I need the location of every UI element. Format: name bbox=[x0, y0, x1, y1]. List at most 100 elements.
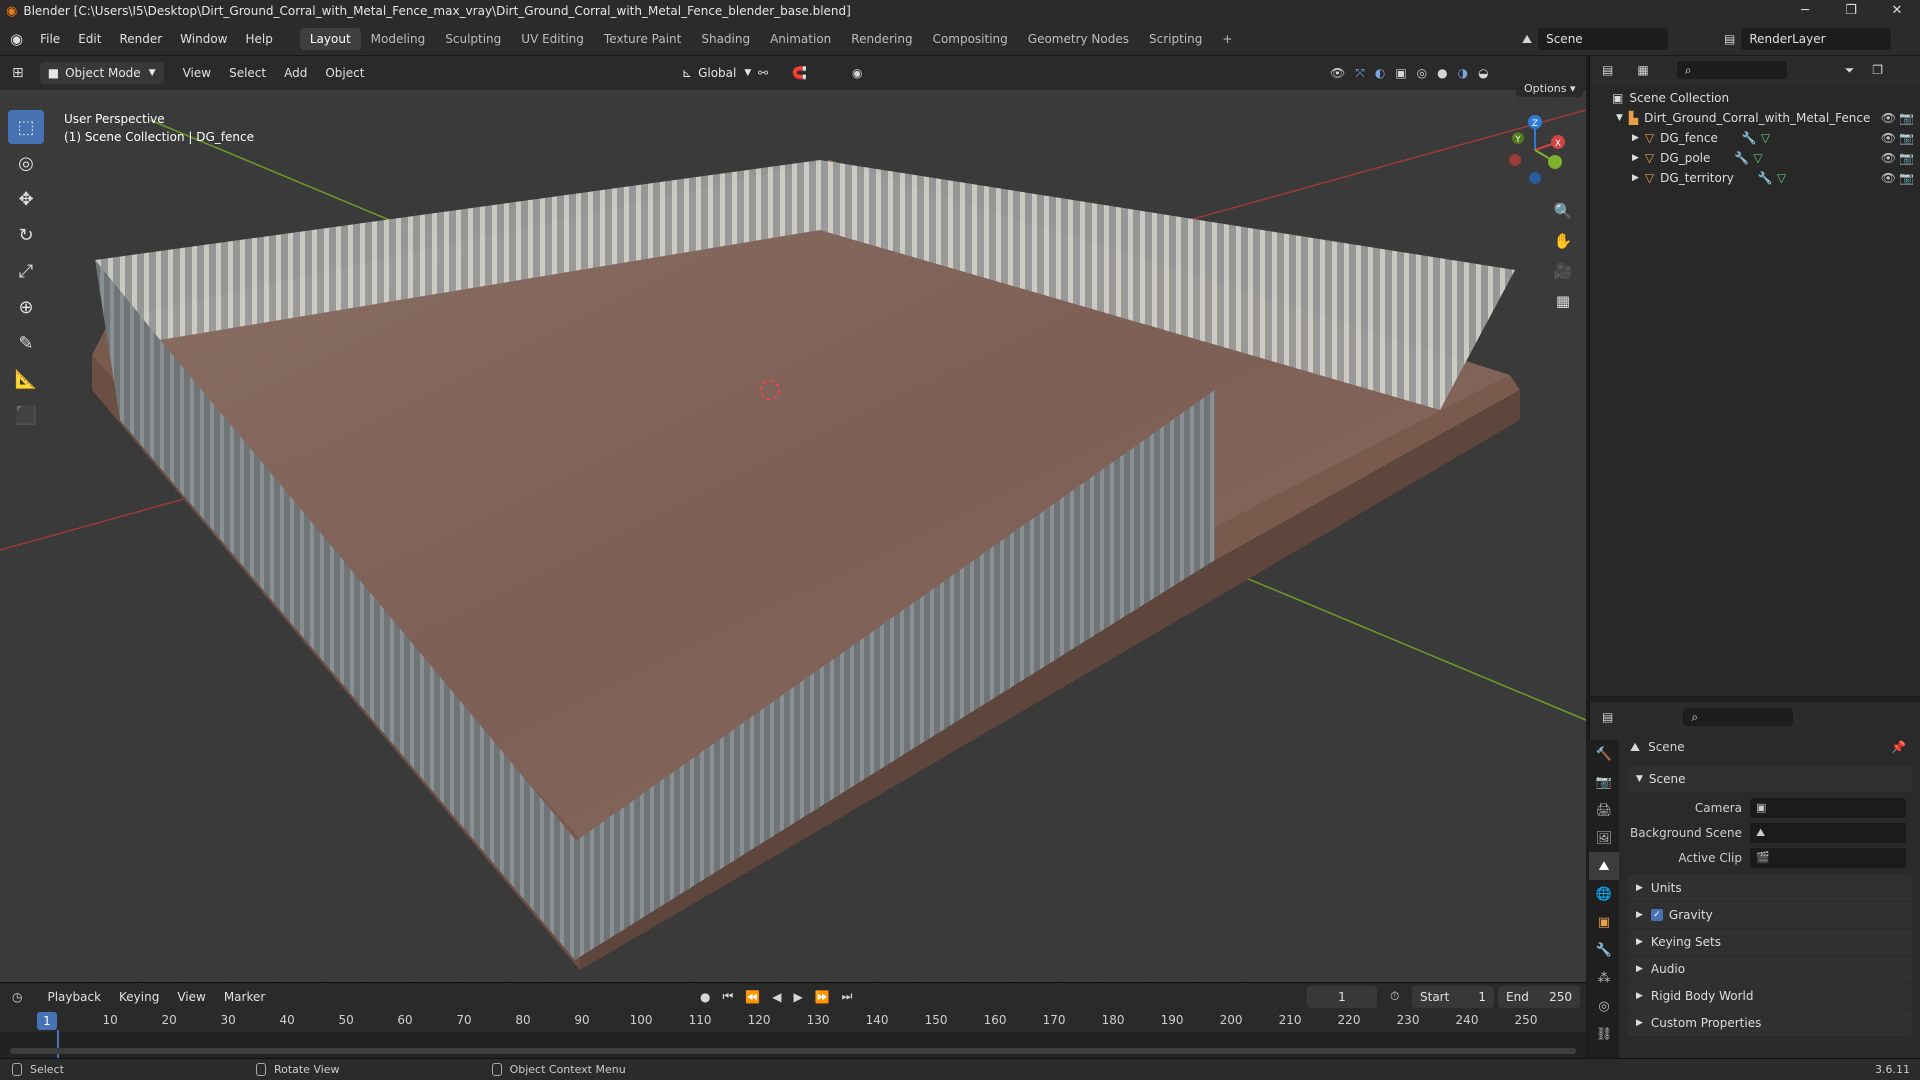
mesh-data-icon[interactable]: ▽ bbox=[1753, 151, 1762, 165]
close-button[interactable]: ✕ bbox=[1874, 0, 1920, 22]
transform-tool-icon[interactable]: ⊕ bbox=[8, 290, 44, 324]
eye-icon[interactable]: 👁 bbox=[1881, 111, 1896, 125]
renderlayer-icon[interactable]: ▤ bbox=[1724, 32, 1735, 46]
tab-geometry-nodes[interactable]: Geometry Nodes bbox=[1018, 28, 1139, 50]
gravity-checkbox[interactable]: ✓ bbox=[1650, 909, 1663, 921]
pan-hand-icon[interactable]: ✋ bbox=[1550, 226, 1576, 256]
play-reverse-icon[interactable]: ◀ bbox=[772, 990, 781, 1004]
annotate-tool-icon[interactable]: ✎ bbox=[8, 326, 44, 360]
active-clip-field[interactable]: 🎬 bbox=[1750, 847, 1906, 868]
zoom-icon[interactable]: 🔍 bbox=[1550, 196, 1576, 226]
add-workspace-icon[interactable]: + bbox=[1212, 28, 1242, 50]
render-camera-icon[interactable]: 📷 bbox=[1899, 131, 1914, 145]
prev-keyframe-icon[interactable]: ⏪ bbox=[745, 990, 760, 1004]
particles-tab-icon[interactable]: ⁂ bbox=[1589, 964, 1619, 992]
tab-uv-editing[interactable]: UV Editing bbox=[511, 28, 594, 50]
outliner-row-dg-fence[interactable]: ▶ ▽ DG_fence 🔧 ▽ 👁 📷 bbox=[1590, 128, 1920, 148]
display-mode-icon[interactable]: ▦ bbox=[1637, 63, 1648, 77]
scene-field[interactable]: Scene bbox=[1538, 28, 1669, 50]
playhead[interactable]: 1 bbox=[37, 1012, 57, 1030]
eye-icon[interactable]: 👁 bbox=[1881, 171, 1896, 185]
record-icon[interactable]: ● bbox=[700, 990, 710, 1004]
modifier-wrench-icon[interactable]: 🔧 bbox=[1758, 171, 1773, 185]
visibility-icon[interactable]: 👁 bbox=[1330, 66, 1345, 80]
eye-icon[interactable]: 👁 bbox=[1881, 151, 1896, 165]
new-collection-icon[interactable]: ❐ bbox=[1872, 63, 1883, 77]
gravity-section[interactable]: ▶ ✓ Gravity bbox=[1628, 902, 1912, 928]
render-tab-icon[interactable]: 📷 bbox=[1589, 768, 1619, 796]
editor-type-icon[interactable]: ⊞ bbox=[12, 65, 24, 81]
object-tab-icon[interactable]: ▣ bbox=[1589, 908, 1619, 936]
renderlayer-field[interactable]: RenderLayer bbox=[1741, 28, 1892, 50]
menu-edit[interactable]: Edit bbox=[78, 32, 101, 46]
overlay-icon[interactable]: ◐ bbox=[1375, 66, 1385, 80]
maximize-button[interactable]: ❐ bbox=[1828, 0, 1874, 22]
modifier-wrench-icon[interactable]: 🔧 bbox=[1742, 131, 1757, 145]
modifier-tab-icon[interactable]: 🔧 bbox=[1589, 936, 1619, 964]
outliner-row-scene-collection[interactable]: ▣ Scene Collection bbox=[1590, 88, 1920, 108]
eye-icon[interactable]: 👁 bbox=[1881, 131, 1896, 145]
minimize-button[interactable]: ─ bbox=[1782, 0, 1828, 22]
outliner-row-dg-territory[interactable]: ▶ ▽ DG_territory 🔧 ▽ 👁 📷 bbox=[1590, 168, 1920, 188]
timeline-editor-icon[interactable]: ◷ bbox=[12, 990, 22, 1004]
custom-properties-section[interactable]: ▶ Custom Properties bbox=[1628, 1010, 1912, 1036]
snap-icon[interactable]: 🧲 bbox=[792, 66, 807, 80]
world-tab-icon[interactable]: 🌐 bbox=[1589, 880, 1619, 908]
select-box-tool-icon[interactable]: ⬚ bbox=[8, 110, 44, 144]
menu-playback[interactable]: Playback bbox=[47, 990, 101, 1004]
menu-marker[interactable]: Marker bbox=[224, 990, 265, 1004]
scale-tool-icon[interactable]: ⤢ bbox=[8, 254, 44, 288]
units-section[interactable]: ▶ Units bbox=[1628, 875, 1912, 901]
keying-sets-section[interactable]: ▶ Keying Sets bbox=[1628, 929, 1912, 955]
expand-arrow-icon[interactable]: ▼ bbox=[1616, 113, 1623, 123]
expand-arrow-icon[interactable]: ▶ bbox=[1632, 153, 1639, 163]
ortho-grid-icon[interactable]: ▦ bbox=[1550, 286, 1576, 316]
next-keyframe-icon[interactable]: ⏩ bbox=[815, 990, 830, 1004]
tool-tab-icon[interactable]: 🔨 bbox=[1589, 740, 1619, 768]
tab-modeling[interactable]: Modeling bbox=[361, 28, 436, 50]
scene-icon[interactable]: ⛰ bbox=[1522, 32, 1532, 47]
tab-animation[interactable]: Animation bbox=[760, 28, 841, 50]
xray-icon[interactable]: ▣ bbox=[1395, 66, 1406, 80]
tab-texture-paint[interactable]: Texture Paint bbox=[594, 28, 691, 50]
menu-render[interactable]: Render bbox=[119, 32, 162, 46]
tab-compositing[interactable]: Compositing bbox=[923, 28, 1018, 50]
gizmo-icon[interactable]: ⤧ bbox=[1355, 66, 1365, 81]
output-tab-icon[interactable]: 🖨 bbox=[1589, 796, 1619, 824]
audio-section[interactable]: ▶ Audio bbox=[1628, 956, 1912, 982]
camera-field[interactable]: ▣ bbox=[1750, 797, 1906, 818]
rigid-body-world-section[interactable]: ▶ Rigid Body World bbox=[1628, 983, 1912, 1009]
tab-sculpting[interactable]: Sculpting bbox=[435, 28, 511, 50]
view-layer-tab-icon[interactable]: 🖼 bbox=[1589, 824, 1619, 852]
timeline-scrollbar[interactable] bbox=[10, 1048, 1576, 1054]
current-frame-field[interactable]: 1 bbox=[1307, 985, 1377, 1008]
end-frame-field[interactable]: End 250 bbox=[1498, 985, 1580, 1008]
mesh-data-icon[interactable]: ▽ bbox=[1777, 171, 1786, 185]
jump-start-icon[interactable]: ⏮ bbox=[722, 989, 733, 1004]
scene-tab-icon[interactable]: ⛰ bbox=[1589, 852, 1619, 880]
menu-object[interactable]: Object bbox=[325, 66, 364, 80]
filter-icon[interactable]: ⏷ bbox=[1845, 63, 1855, 78]
move-tool-icon[interactable]: ✥ bbox=[8, 182, 44, 216]
mesh-data-icon[interactable]: ▽ bbox=[1761, 131, 1770, 145]
pin-icon[interactable]: 📌 bbox=[1891, 740, 1906, 754]
background-scene-field[interactable]: ⛰ bbox=[1750, 822, 1906, 843]
expand-arrow-icon[interactable]: ▶ bbox=[1632, 173, 1639, 183]
menu-view[interactable]: View bbox=[177, 990, 205, 1004]
solid-shading-icon[interactable]: ● bbox=[1437, 66, 1447, 80]
blender-menu-icon[interactable]: ◉ bbox=[10, 30, 23, 48]
start-frame-field[interactable]: Start 1 bbox=[1412, 985, 1494, 1008]
tab-layout[interactable]: Layout bbox=[299, 27, 361, 50]
orientation-dropdown[interactable]: ⊾ Global ▼ bbox=[674, 62, 759, 84]
camera-view-icon[interactable]: 🎥 bbox=[1550, 256, 1576, 286]
outliner-editor-icon[interactable]: ▤ bbox=[1602, 63, 1613, 77]
outliner-row-dg-pole[interactable]: ▶ ▽ DG_pole 🔧 ▽ 👁 📷 bbox=[1590, 148, 1920, 168]
navigation-gizmo[interactable]: Z X Y bbox=[1500, 112, 1570, 192]
menu-help[interactable]: Help bbox=[246, 32, 273, 46]
add-cube-tool-icon[interactable]: ⬛ bbox=[8, 398, 44, 432]
play-icon[interactable]: ▶ bbox=[793, 990, 802, 1004]
rendered-shading-icon[interactable]: ◒ bbox=[1478, 66, 1488, 80]
expand-arrow-icon[interactable]: ▶ bbox=[1632, 133, 1639, 143]
menu-view[interactable]: View bbox=[183, 66, 211, 80]
menu-keying[interactable]: Keying bbox=[119, 990, 159, 1004]
